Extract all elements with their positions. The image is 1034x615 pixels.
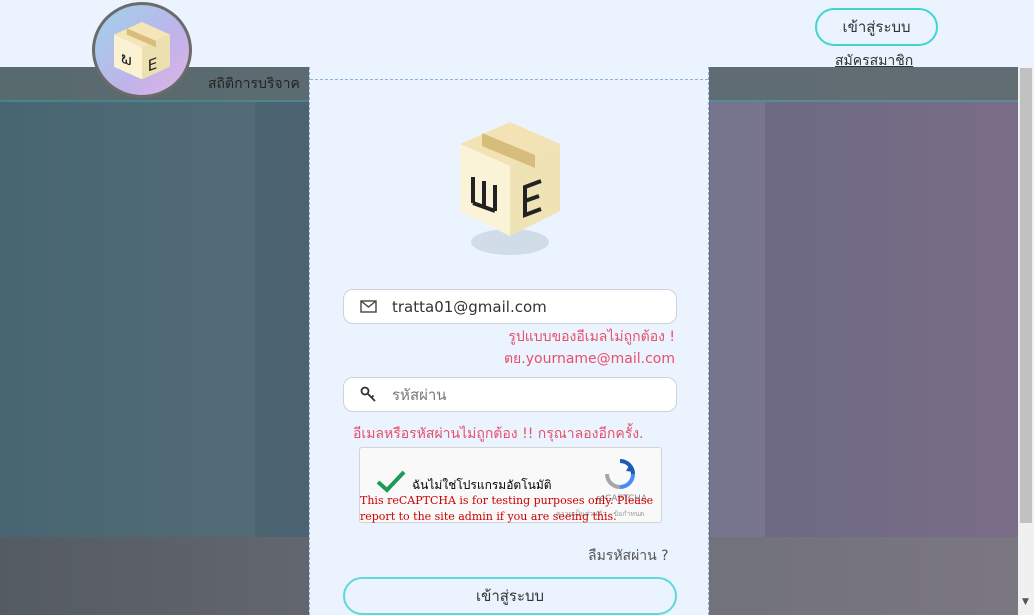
site-logo[interactable]: ພ E: [92, 2, 192, 98]
key-icon: [344, 386, 392, 403]
scrollbar-thumb[interactable]: [1020, 68, 1032, 523]
login-submit-button[interactable]: เข้าสู่ระบบ: [343, 577, 677, 615]
login-error-message: อีเมลหรือรหัสผ่านไม่ถูกต้อง !! กรุณาลองอ…: [353, 426, 644, 442]
envelope-icon: [344, 300, 392, 313]
recaptcha-logo-icon: [605, 459, 635, 489]
box-logo-icon: ພ E: [114, 22, 170, 80]
scroll-down-arrow-icon[interactable]: ▼: [1022, 597, 1029, 607]
svg-text:E: E: [148, 54, 158, 76]
donation-stats-label: สถิติการบริจาค: [208, 76, 300, 92]
login-modal: รูปแบบของอีเมลไม่ถูกต้อง ! ตย.yourname@m…: [309, 67, 709, 615]
svg-text:ພ: ພ: [121, 48, 132, 70]
email-field[interactable]: [343, 289, 677, 324]
vertical-scrollbar[interactable]: ▼: [1018, 67, 1034, 615]
password-field[interactable]: [343, 377, 677, 412]
email-example-hint: ตย.yourname@mail.com: [503, 351, 675, 367]
recaptcha-widget: ฉันไม่ใช่โปรแกรมอัตโนมัติ reCAPTCHA ความ…: [359, 447, 662, 523]
forgot-password-link[interactable]: ลืมรหัสผ่าน ?: [588, 545, 669, 567]
email-input[interactable]: [392, 297, 662, 316]
box-logo-icon: [460, 122, 560, 255]
header-login-button[interactable]: เข้าสู่ระบบ: [815, 8, 938, 46]
email-format-error: รูปแบบของอีเมลไม่ถูกต้อง !: [508, 329, 675, 345]
recaptcha-test-warning: This reCAPTCHA is for testing purposes o…: [360, 494, 654, 523]
password-input[interactable]: [392, 385, 662, 404]
check-icon[interactable]: [375, 468, 407, 494]
